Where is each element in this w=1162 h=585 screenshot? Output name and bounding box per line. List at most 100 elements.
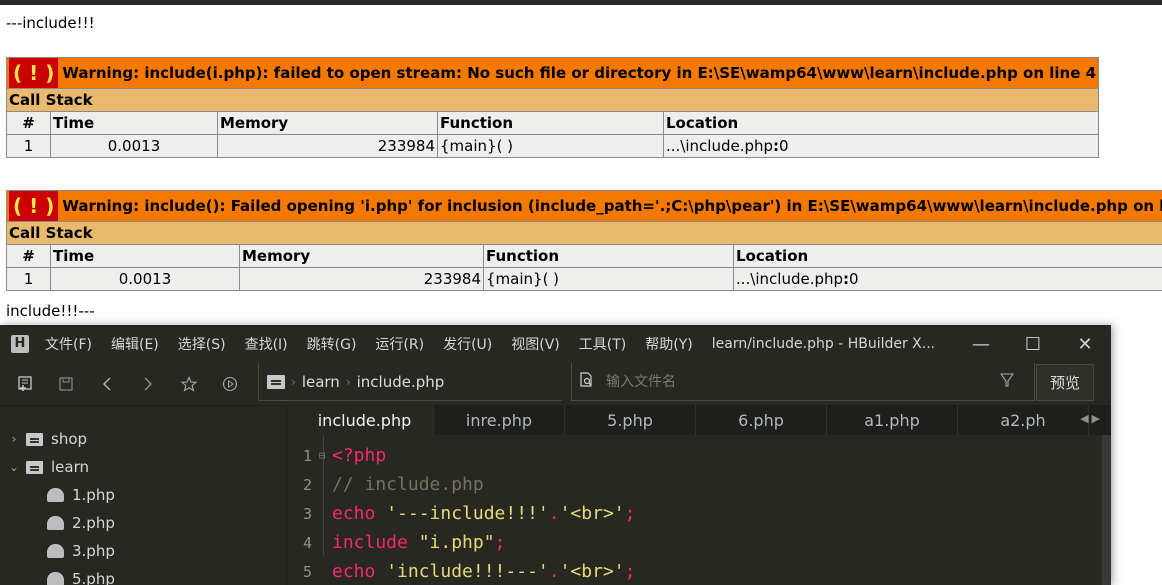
code-token: echo [332, 561, 387, 582]
tree-item-label: learn [51, 458, 89, 476]
back-icon[interactable] [86, 369, 127, 399]
file-search [571, 363, 1035, 401]
cell-time: 0.0013 [50, 134, 218, 158]
tree-file-1[interactable]: 1.php [0, 481, 115, 509]
tree-item-label: 1.php [72, 486, 115, 504]
breadcrumb: › learn › include.php [258, 363, 562, 401]
star-icon[interactable] [168, 369, 209, 399]
menu-publish[interactable]: 发行(U) [443, 334, 492, 354]
menu-view[interactable]: 视图(V) [511, 334, 560, 354]
minimize-button[interactable]: — [955, 325, 1007, 363]
tab-scroll-arrows-icon[interactable]: ◀▶ [1080, 412, 1103, 425]
code-line[interactable]: 2 // include.php [288, 470, 1098, 499]
tree-file-5[interactable]: 5.php [0, 565, 115, 585]
col-header-memory: Memory [239, 244, 484, 268]
folder-icon [267, 374, 285, 389]
menu-select[interactable]: 选择(S) [178, 334, 226, 354]
vertical-scrollbar[interactable] [1102, 435, 1111, 585]
breadcrumb-item-learn[interactable]: learn [302, 373, 340, 391]
folder-icon [26, 432, 43, 446]
cell-location: ...\include.php:0 [732, 267, 1162, 291]
php-elephant-icon [47, 516, 64, 530]
browser-top-edge [0, 0, 1162, 5]
close-button[interactable]: ✕ [1059, 325, 1111, 363]
toolbar: › learn › include.php 预览 [0, 363, 1111, 405]
menu-tools[interactable]: 工具(T) [579, 334, 626, 354]
cell-memory: 233984 [217, 134, 438, 158]
cell-time: 0.0013 [50, 267, 240, 291]
tree-item-label: 2.php [72, 514, 115, 532]
preview-button[interactable]: 预览 [1036, 364, 1094, 401]
tree-folder-learn[interactable]: ⌄ learn [0, 453, 89, 481]
code-token: "i.php" [418, 532, 495, 553]
menu-find[interactable]: 查找(I) [245, 334, 288, 354]
filter-icon[interactable] [999, 372, 1015, 392]
output-text-end: include!!!--- [6, 302, 95, 320]
warning-icon: ( ! ) [9, 191, 59, 221]
cell-num: 1 [6, 134, 51, 158]
fold-toggle-icon[interactable]: ⊟ [312, 449, 332, 462]
tree-folder-shop[interactable]: › shop [0, 425, 87, 453]
col-header-num: # [6, 244, 51, 268]
code-line[interactable]: 5 echo 'include!!!---'. '<br>'; [288, 557, 1098, 585]
output-text-start: ---include!!! [6, 14, 95, 32]
run-icon[interactable] [209, 369, 250, 399]
hbuilder-window: H 文件(F) 编辑(E) 选择(S) 查找(I) 跳转(G) 运行(R) 发行… [0, 325, 1111, 585]
new-file-icon[interactable] [4, 369, 45, 399]
code-token: echo [332, 503, 387, 524]
chevron-right-icon: › [11, 432, 17, 446]
save-icon[interactable] [45, 369, 86, 399]
code-line[interactable]: 3 echo '---include!!!'. '<br>'; [288, 499, 1098, 528]
code-area[interactable]: 1 ⊟ <?php 2 // include.php 3 echo '---include!… [288, 441, 1098, 585]
menu-help[interactable]: 帮助(Y) [645, 334, 692, 354]
menu-bar: 文件(F) 编辑(E) 选择(S) 查找(I) 跳转(G) 运行(R) 发行(U… [45, 334, 712, 354]
tab-5-php[interactable]: 5.php [565, 405, 696, 435]
line-number: 1 [302, 446, 312, 465]
line-number: 4 [302, 533, 312, 552]
code-line[interactable]: 4 include "i.php"; [288, 528, 1098, 557]
line-number: 5 [302, 562, 312, 581]
col-header-time: Time [50, 111, 218, 135]
warning-message: Warning: include(): Failed opening 'i.ph… [62, 197, 1162, 215]
title-bar[interactable]: H 文件(F) 编辑(E) 选择(S) 查找(I) 跳转(G) 运行(R) 发行… [0, 325, 1111, 363]
cell-location: ...\include.php:0 [662, 134, 1100, 158]
line-number: 2 [302, 475, 312, 494]
chevron-right-icon: › [291, 374, 296, 389]
php-elephant-icon [47, 572, 64, 585]
project-tree: › shop ⌄ learn 1.php 2.php 3.php 5.php [0, 405, 287, 585]
col-header-num: # [6, 111, 51, 135]
col-header-time: Time [50, 244, 240, 268]
menu-run[interactable]: 运行(R) [375, 334, 424, 354]
chevron-down-icon: ⌄ [8, 460, 20, 474]
code-token: include [332, 532, 419, 553]
maximize-button[interactable]: ☐ [1007, 325, 1059, 363]
menu-edit[interactable]: 编辑(E) [111, 334, 159, 354]
tree-file-2[interactable]: 2.php [0, 509, 115, 537]
forward-icon[interactable] [127, 369, 168, 399]
tab-a2-php[interactable]: a2.ph [958, 405, 1089, 435]
xdebug-warning-table-1: ( ! ) Warning: include(i.php): failed to … [5, 57, 1100, 158]
tab-inre-php[interactable]: inre.php [434, 405, 565, 435]
menu-goto[interactable]: 跳转(G) [307, 334, 357, 354]
file-search-input[interactable] [604, 372, 984, 391]
code-token: ; [624, 561, 636, 582]
tab-6-php[interactable]: 6.php [696, 405, 827, 435]
php-elephant-icon [47, 544, 64, 558]
code-token: ; [624, 503, 636, 524]
tree-file-3[interactable]: 3.php [0, 537, 115, 565]
xdebug-warning-table-2: ( ! ) Warning: include(): Failed opening … [5, 190, 1162, 291]
tab-a1-php[interactable]: a1.php [827, 405, 958, 435]
code-token: <?php [332, 445, 387, 466]
call-stack-label: Call Stack [5, 221, 1162, 245]
breadcrumb-item-file[interactable]: include.php [357, 373, 445, 391]
tab-include-php[interactable]: include.php [296, 405, 434, 435]
window-title: learn/include.php - HBuilder X... [711, 336, 936, 352]
line-number: 3 [302, 504, 312, 523]
call-stack-label: Call Stack [5, 88, 1100, 112]
code-token: . [548, 561, 560, 582]
menu-file[interactable]: 文件(F) [45, 334, 92, 354]
table-row: 1 0.0013 233984 {main}( ) ...\include.ph… [6, 134, 1100, 158]
cell-num: 1 [6, 267, 51, 291]
folder-icon [26, 460, 43, 474]
code-line[interactable]: 1 ⊟ <?php [288, 441, 1098, 470]
